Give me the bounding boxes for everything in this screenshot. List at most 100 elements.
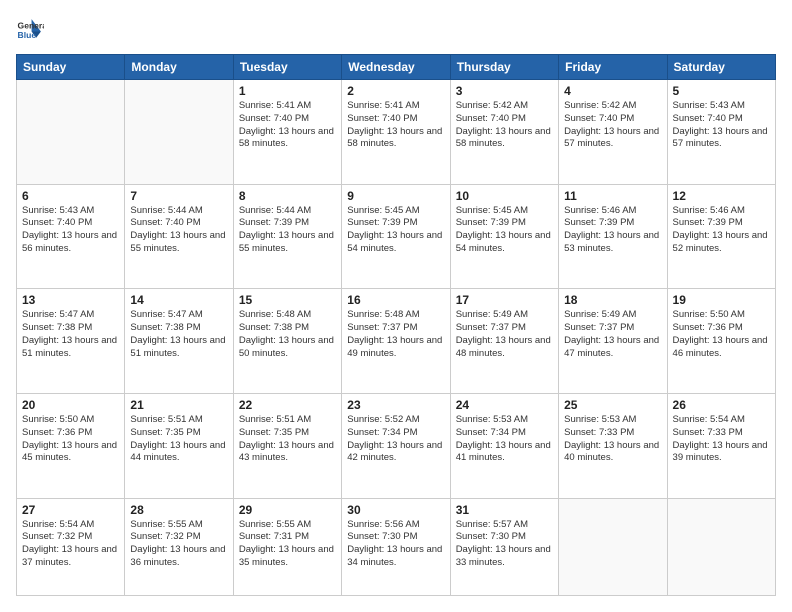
calendar-cell xyxy=(559,498,667,595)
calendar-week-4: 20 Sunrise: 5:50 AM Sunset: 7:36 PM Dayli… xyxy=(17,393,776,498)
logo: General Blue xyxy=(16,16,48,44)
day-info: Sunrise: 5:41 AM Sunset: 7:40 PM Dayligh… xyxy=(347,100,444,151)
day-info: Sunrise: 5:45 AM Sunset: 7:39 PM Dayligh… xyxy=(347,205,444,256)
calendar-cell: 6 Sunrise: 5:43 AM Sunset: 7:40 PM Daylig… xyxy=(17,184,125,289)
calendar-cell: 2 Sunrise: 5:41 AM Sunset: 7:40 PM Daylig… xyxy=(342,80,450,185)
page: General Blue SundayMondayTuesdayWednesda… xyxy=(0,0,792,612)
day-number: 7 xyxy=(130,189,227,203)
day-info: Sunrise: 5:48 AM Sunset: 7:38 PM Dayligh… xyxy=(239,309,336,360)
day-number: 1 xyxy=(239,84,336,98)
day-info: Sunrise: 5:50 AM Sunset: 7:36 PM Dayligh… xyxy=(673,309,770,360)
day-info: Sunrise: 5:52 AM Sunset: 7:34 PM Dayligh… xyxy=(347,414,444,465)
calendar-cell xyxy=(667,498,775,595)
calendar-cell: 4Sunrise: 5:42 AM Sunset: 7:40 PM Daylig… xyxy=(559,80,667,185)
day-number: 24 xyxy=(456,398,553,412)
calendar-cell: 19 Sunrise: 5:50 AM Sunset: 7:36 PM Dayli… xyxy=(667,289,775,394)
day-info: Sunrise: 5:53 AM Sunset: 7:33 PM Dayligh… xyxy=(564,414,661,465)
day-info: Sunrise: 5:47 AM Sunset: 7:38 PM Dayligh… xyxy=(130,309,227,360)
day-number: 2 xyxy=(347,84,444,98)
calendar-cell: 31Sunrise: 5:57 AM Sunset: 7:30 PM Dayli… xyxy=(450,498,558,595)
day-header-tuesday: Tuesday xyxy=(233,55,341,80)
calendar-cell: 16Sunrise: 5:48 AM Sunset: 7:37 PM Dayli… xyxy=(342,289,450,394)
day-info: Sunrise: 5:46 AM Sunset: 7:39 PM Dayligh… xyxy=(564,205,661,256)
day-info: Sunrise: 5:47 AM Sunset: 7:38 PM Dayligh… xyxy=(22,309,119,360)
day-info: Sunrise: 5:43 AM Sunset: 7:40 PM Dayligh… xyxy=(673,100,770,151)
calendar-cell: 13 Sunrise: 5:47 AM Sunset: 7:38 PM Dayli… xyxy=(17,289,125,394)
day-number: 13 xyxy=(22,293,119,307)
day-number: 22 xyxy=(239,398,336,412)
day-number: 8 xyxy=(239,189,336,203)
header: General Blue xyxy=(16,16,776,44)
day-header-wednesday: Wednesday xyxy=(342,55,450,80)
calendar-cell: 8 Sunrise: 5:44 AM Sunset: 7:39 PM Daylig… xyxy=(233,184,341,289)
day-header-monday: Monday xyxy=(125,55,233,80)
day-number: 5 xyxy=(673,84,770,98)
day-number: 6 xyxy=(22,189,119,203)
calendar-table: SundayMondayTuesdayWednesdayThursdayFrid… xyxy=(16,54,776,596)
day-number: 15 xyxy=(239,293,336,307)
logo-icon: General Blue xyxy=(16,16,44,44)
day-info: Sunrise: 5:46 AM Sunset: 7:39 PM Dayligh… xyxy=(673,205,770,256)
day-info: Sunrise: 5:49 AM Sunset: 7:37 PM Dayligh… xyxy=(456,309,553,360)
day-number: 21 xyxy=(130,398,227,412)
day-info: Sunrise: 5:55 AM Sunset: 7:31 PM Dayligh… xyxy=(239,519,336,570)
calendar-cell: 11 Sunrise: 5:46 AM Sunset: 7:39 PM Dayli… xyxy=(559,184,667,289)
calendar-cell: 18 Sunrise: 5:49 AM Sunset: 7:37 PM Dayli… xyxy=(559,289,667,394)
day-header-friday: Friday xyxy=(559,55,667,80)
calendar-cell: 9Sunrise: 5:45 AM Sunset: 7:39 PM Daylig… xyxy=(342,184,450,289)
day-info: Sunrise: 5:53 AM Sunset: 7:34 PM Dayligh… xyxy=(456,414,553,465)
calendar-cell: 12 Sunrise: 5:46 AM Sunset: 7:39 PM Dayli… xyxy=(667,184,775,289)
day-number: 14 xyxy=(130,293,227,307)
calendar-cell: 24 Sunrise: 5:53 AM Sunset: 7:34 PM Dayli… xyxy=(450,393,558,498)
day-info: Sunrise: 5:42 AM Sunset: 7:40 PM Dayligh… xyxy=(456,100,553,151)
calendar-cell: 22 Sunrise: 5:51 AM Sunset: 7:35 PM Dayli… xyxy=(233,393,341,498)
calendar-week-2: 6 Sunrise: 5:43 AM Sunset: 7:40 PM Daylig… xyxy=(17,184,776,289)
day-info: Sunrise: 5:56 AM Sunset: 7:30 PM Dayligh… xyxy=(347,519,444,570)
calendar-cell: 21Sunrise: 5:51 AM Sunset: 7:35 PM Dayli… xyxy=(125,393,233,498)
day-info: Sunrise: 5:49 AM Sunset: 7:37 PM Dayligh… xyxy=(564,309,661,360)
day-header-saturday: Saturday xyxy=(667,55,775,80)
svg-text:General: General xyxy=(18,20,44,30)
calendar-week-3: 13 Sunrise: 5:47 AM Sunset: 7:38 PM Dayli… xyxy=(17,289,776,394)
day-header-sunday: Sunday xyxy=(17,55,125,80)
day-info: Sunrise: 5:54 AM Sunset: 7:33 PM Dayligh… xyxy=(673,414,770,465)
day-number: 19 xyxy=(673,293,770,307)
calendar-cell: 14 Sunrise: 5:47 AM Sunset: 7:38 PM Dayli… xyxy=(125,289,233,394)
calendar-cell: 10 Sunrise: 5:45 AM Sunset: 7:39 PM Dayli… xyxy=(450,184,558,289)
day-info: Sunrise: 5:43 AM Sunset: 7:40 PM Dayligh… xyxy=(22,205,119,256)
calendar-cell: 28 Sunrise: 5:55 AM Sunset: 7:32 PM Dayli… xyxy=(125,498,233,595)
day-number: 25 xyxy=(564,398,661,412)
day-info: Sunrise: 5:44 AM Sunset: 7:40 PM Dayligh… xyxy=(130,205,227,256)
day-number: 31 xyxy=(456,503,553,517)
calendar-cell: 3 Sunrise: 5:42 AM Sunset: 7:40 PM Daylig… xyxy=(450,80,558,185)
calendar-header-row: SundayMondayTuesdayWednesdayThursdayFrid… xyxy=(17,55,776,80)
day-number: 27 xyxy=(22,503,119,517)
day-number: 10 xyxy=(456,189,553,203)
day-number: 20 xyxy=(22,398,119,412)
day-number: 29 xyxy=(239,503,336,517)
day-number: 23 xyxy=(347,398,444,412)
calendar-week-1: 1 Sunrise: 5:41 AM Sunset: 7:40 PM Daylig… xyxy=(17,80,776,185)
calendar-cell: 30 Sunrise: 5:56 AM Sunset: 7:30 PM Dayli… xyxy=(342,498,450,595)
day-number: 11 xyxy=(564,189,661,203)
day-info: Sunrise: 5:50 AM Sunset: 7:36 PM Dayligh… xyxy=(22,414,119,465)
calendar-cell: 27 Sunrise: 5:54 AM Sunset: 7:32 PM Dayli… xyxy=(17,498,125,595)
day-number: 30 xyxy=(347,503,444,517)
day-number: 28 xyxy=(130,503,227,517)
calendar-cell xyxy=(17,80,125,185)
day-info: Sunrise: 5:55 AM Sunset: 7:32 PM Dayligh… xyxy=(130,519,227,570)
day-number: 12 xyxy=(673,189,770,203)
calendar-cell: 5 Sunrise: 5:43 AM Sunset: 7:40 PM Daylig… xyxy=(667,80,775,185)
day-number: 18 xyxy=(564,293,661,307)
day-info: Sunrise: 5:42 AM Sunset: 7:40 PM Dayligh… xyxy=(564,100,661,151)
day-number: 3 xyxy=(456,84,553,98)
calendar-cell xyxy=(125,80,233,185)
calendar-week-5: 27 Sunrise: 5:54 AM Sunset: 7:32 PM Dayli… xyxy=(17,498,776,595)
calendar-cell: 20 Sunrise: 5:50 AM Sunset: 7:36 PM Dayli… xyxy=(17,393,125,498)
day-info: Sunrise: 5:54 AM Sunset: 7:32 PM Dayligh… xyxy=(22,519,119,570)
calendar-cell: 26Sunrise: 5:54 AM Sunset: 7:33 PM Dayli… xyxy=(667,393,775,498)
day-info: Sunrise: 5:41 AM Sunset: 7:40 PM Dayligh… xyxy=(239,100,336,151)
day-info: Sunrise: 5:45 AM Sunset: 7:39 PM Dayligh… xyxy=(456,205,553,256)
day-info: Sunrise: 5:44 AM Sunset: 7:39 PM Dayligh… xyxy=(239,205,336,256)
day-info: Sunrise: 5:51 AM Sunset: 7:35 PM Dayligh… xyxy=(239,414,336,465)
